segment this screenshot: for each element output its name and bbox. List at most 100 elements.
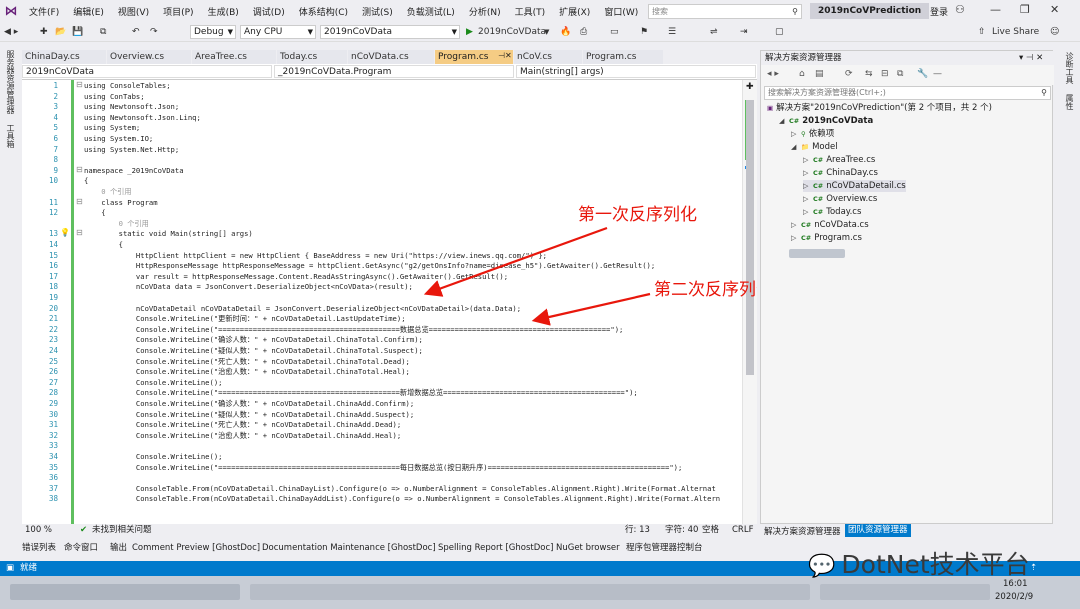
search-input[interactable]: 搜索 ⚲ xyxy=(648,4,802,19)
tab-ncov[interactable]: nCoV.cs xyxy=(514,50,582,64)
tab-team-explorer[interactable]: 团队资源管理器 xyxy=(845,524,911,537)
tree-item[interactable]: ▷ C# nCoVDataDetail.cs xyxy=(803,180,906,192)
clock-date[interactable]: 2020/2/9 xyxy=(995,592,1033,602)
menu-item[interactable]: 窗口(W) xyxy=(597,5,645,18)
breakpoint-icon[interactable]: ▢ xyxy=(775,25,784,39)
format-icon[interactable]: ☰ xyxy=(668,25,676,39)
switch-views-icon[interactable]: ▤ xyxy=(815,69,824,79)
expand-icon[interactable]: ▷ xyxy=(791,219,801,231)
solution-search-input[interactable]: 搜索解决方案资源管理器(Ctrl+;) ⚲ xyxy=(764,86,1051,100)
collapse-icon[interactable]: ◢ xyxy=(791,141,801,153)
tab-today[interactable]: Today.cs xyxy=(277,50,347,64)
bottom-tab[interactable]: Comment Preview [GhostDoc] xyxy=(132,540,260,556)
member-nav-combo[interactable]: Main(string[] args) xyxy=(516,65,756,78)
bottom-tab[interactable]: 错误列表 xyxy=(22,540,56,556)
preview-icon[interactable]: — xyxy=(933,69,942,79)
config-combo[interactable]: Debug ▼ xyxy=(190,25,236,39)
solution-root[interactable]: ▣ 解决方案"2019nCoVPrediction"(第 2 个项目，共 2 个) xyxy=(767,102,992,114)
live-share-icon[interactable]: ⇧ xyxy=(978,25,986,39)
zoom-level[interactable]: 100 % xyxy=(25,524,52,537)
expand-icon[interactable]: ▷ xyxy=(791,232,801,244)
open-icon[interactable]: 📂 xyxy=(55,25,66,39)
back-icon[interactable]: ◀ ▸ xyxy=(4,25,18,39)
code-editor[interactable]: 1 2 3 4 5 6 7 8 9 10 11 12 13 14 15 16 17 18 19 20 21 22 23 24 2… xyxy=(22,80,757,524)
minimize-icon[interactable]: — xyxy=(990,3,1001,16)
toolbox-tab[interactable]: 工具箱 xyxy=(5,124,16,148)
project-nav-combo[interactable]: 2019nCoVData xyxy=(22,65,272,78)
collapse-icon[interactable]: ◢ xyxy=(779,115,789,127)
tree-item[interactable]: ◢ C# 2019nCoVData xyxy=(779,115,873,127)
bottom-tab[interactable]: 输出 xyxy=(110,540,127,556)
comment-icon[interactable]: ▭ xyxy=(610,25,619,39)
bottom-tab[interactable]: Documentation Maintenance [GhostDoc] xyxy=(262,540,436,556)
bottom-tab[interactable]: 程序包管理器控制台 xyxy=(626,540,703,556)
redo-icon[interactable]: ↷ xyxy=(150,25,158,39)
live-share-button[interactable]: Live Share xyxy=(992,25,1039,39)
expand-icon[interactable]: ▷ xyxy=(803,154,813,166)
maximize-icon[interactable]: ❐ xyxy=(1020,3,1030,16)
menu-item[interactable]: 测试(S) xyxy=(355,5,400,18)
tree-item[interactable]: ▷ C# ChinaDay.cs xyxy=(803,167,878,179)
undo-icon[interactable]: ↶ xyxy=(132,25,140,39)
bottom-tab[interactable]: Spelling Report [GhostDoc] xyxy=(438,540,553,556)
run-dropdown-icon[interactable]: ▼ xyxy=(544,25,549,39)
tab-program-2[interactable]: Program.cs xyxy=(583,50,663,64)
menu-item[interactable]: 工具(T) xyxy=(508,5,553,18)
new-project-icon[interactable]: ✚ xyxy=(40,25,48,39)
menu-item[interactable]: 生成(B) xyxy=(201,5,246,18)
pin-icon[interactable]: ⊣✕ xyxy=(498,51,512,60)
run-button[interactable]: 2019nCoVData xyxy=(478,25,546,39)
tab-chinaday[interactable]: ChinaDay.cs xyxy=(22,50,106,64)
feedback-icon[interactable]: ☺ xyxy=(1050,25,1059,39)
menu-item[interactable]: 文件(F) xyxy=(22,5,66,18)
tab-solution-explorer[interactable]: 解决方案资源管理器 xyxy=(764,525,841,537)
tab-overview[interactable]: Overview.cs xyxy=(107,50,191,64)
tree-item[interactable]: ▷ C# Overview.cs xyxy=(803,193,877,205)
menu-item[interactable]: 扩展(X) xyxy=(552,5,597,18)
indent-icon[interactable]: ⇥ xyxy=(740,25,748,39)
vertical-scrollbar[interactable]: ✚ xyxy=(742,80,757,524)
account-icon[interactable]: ⚇ xyxy=(955,3,965,16)
server-explorer-tab[interactable]: 服务器资源管理器 xyxy=(5,50,16,114)
pin-icon[interactable]: ▾ ⊣ ✕ xyxy=(1019,51,1043,65)
source-control-icon[interactable]: ⇡ xyxy=(1030,561,1037,576)
tree-item[interactable]: ◢ 📁 Model xyxy=(791,141,838,153)
hot-reload-icon[interactable]: 🔥 xyxy=(560,25,571,39)
tree-item[interactable]: ▷ C# Program.cs xyxy=(791,232,862,244)
tree-item[interactable]: ▷ ⚲ 依赖项 xyxy=(791,128,834,140)
menu-item[interactable]: 调试(D) xyxy=(246,5,292,18)
scroll-thumb[interactable] xyxy=(746,100,754,375)
properties-icon[interactable]: 🔧 xyxy=(917,69,928,79)
save-all-icon[interactable]: ⧉ xyxy=(100,25,106,39)
screenshot-icon[interactable]: ⎙ xyxy=(580,25,587,39)
close-icon[interactable]: ✕ xyxy=(1050,3,1059,16)
bottom-tab[interactable]: 命令窗口 xyxy=(64,540,98,556)
pending-changes-icon[interactable]: ⟳ xyxy=(845,69,853,79)
expand-icon[interactable]: ▷ xyxy=(803,206,813,218)
login-link[interactable]: 登录 xyxy=(930,5,948,18)
nav-icon[interactable]: ⇌ xyxy=(710,25,718,39)
lightbulb-icon[interactable]: 💡 xyxy=(60,228,70,237)
save-icon[interactable]: 💾 xyxy=(72,25,83,39)
tree-item[interactable]: ▷ C# AreaTree.cs xyxy=(803,154,875,166)
menu-item[interactable]: 体系结构(C) xyxy=(292,5,355,18)
bookmark-icon[interactable]: ⚑ xyxy=(640,25,648,39)
bottom-tab[interactable]: NuGet browser xyxy=(556,540,620,556)
issues-status[interactable]: 未找到相关问题 xyxy=(92,524,152,537)
run-icon[interactable]: ▶ xyxy=(466,25,473,39)
expand-icon[interactable]: ▷ xyxy=(791,128,801,140)
tree-item[interactable]: ▷ C# Today.cs xyxy=(803,206,861,218)
menu-item[interactable]: 负载测试(L) xyxy=(400,5,462,18)
diagnostics-tab[interactable]: 诊断工具 xyxy=(1064,52,1075,84)
menu-item[interactable]: 编辑(E) xyxy=(66,5,111,18)
show-all-files-icon[interactable]: ⧉ xyxy=(897,69,903,79)
tab-ncovdata[interactable]: nCoVData.cs xyxy=(348,50,434,64)
menu-item[interactable]: 分析(N) xyxy=(462,5,508,18)
split-icon[interactable]: ✚ xyxy=(746,82,754,92)
menu-item[interactable]: 视图(V) xyxy=(111,5,156,18)
platform-combo[interactable]: Any CPU ▼ xyxy=(240,25,316,39)
startup-project-combo[interactable]: 2019nCoVData ▼ xyxy=(320,25,460,39)
class-nav-combo[interactable]: _2019nCoVData.Program xyxy=(274,65,514,78)
expand-icon[interactable]: ▷ xyxy=(803,180,813,192)
nav-back-icon[interactable]: ◂ ▸ xyxy=(767,69,779,79)
